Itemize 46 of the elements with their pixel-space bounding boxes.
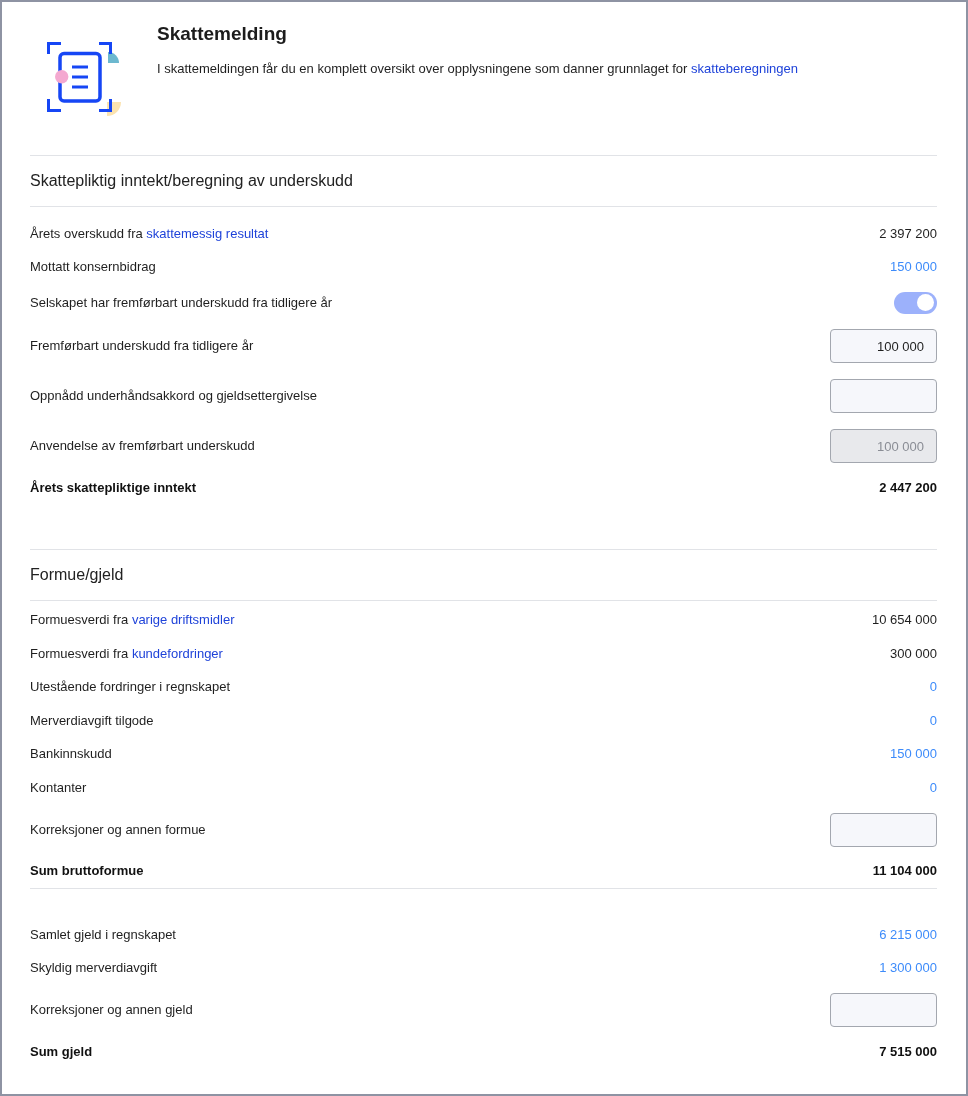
row-label: Formuesverdi fra kundefordringer [30, 644, 223, 663]
row-value: 300 000 [890, 644, 937, 663]
inline-link[interactable]: skattemessig resultat [146, 225, 269, 241]
row-label: Mottatt konsernbidrag [30, 258, 156, 277]
total-value: 11 104 000 [872, 862, 937, 881]
row-label: Skyldig merverdiavgift [30, 959, 158, 978]
document-icon [45, 40, 123, 118]
input-field[interactable] [830, 993, 937, 1027]
description-text: I skattemeldingen får du en komplett oversikt over opplysningene som danner grunnlaget for skatteberegningen [157, 60, 799, 78]
total-value: 7 515 000 [879, 1042, 937, 1061]
row-label: Merverdiavgift tilgode [30, 711, 154, 730]
description-link[interactable]: skatteberegningen [691, 61, 799, 76]
section-heading: Formue/gjeld [30, 564, 124, 585]
row-label: Utestående fordringer i regnskapet [30, 678, 231, 697]
row-label: Sum gjeld [30, 1042, 93, 1061]
inline-link[interactable]: kundefordringer [131, 645, 223, 661]
total-value: 2 447 200 [879, 478, 937, 497]
row-label: Formuesverdi fra varige driftsmidler [30, 611, 235, 630]
value-link[interactable]: 6 215 000 [879, 925, 937, 944]
row-label: Årets overskudd fra skattemessig resultat [30, 224, 269, 243]
row-label: Årets skattepliktige inntekt [30, 478, 197, 497]
row-label: Korreksjoner og annen formue [30, 820, 206, 839]
input-field[interactable]: 100 000 [830, 329, 937, 363]
row-label: Korreksjoner og annen gjeld [30, 1001, 193, 1019]
row-label: Anvendelse av fremførbart underskudd [30, 437, 255, 455]
value-link[interactable]: 150 000 [890, 745, 937, 764]
value-link[interactable]: 0 [929, 778, 937, 797]
page-title: Skattemelding [157, 22, 288, 46]
row-label: Kontanter [30, 778, 87, 797]
toggle-switch[interactable] [894, 291, 937, 314]
row-label: Fremførbart underskudd fra tidligere år [30, 337, 254, 355]
row-value: 2 397 200 [879, 224, 937, 243]
row-label: Oppnådd underhåndsakkord og gjeldsettergivelse [30, 387, 317, 405]
row-label: Selskapet har fremførbart underskudd fra tidligere år [30, 293, 333, 312]
input-field[interactable] [830, 812, 937, 847]
section-heading: Skattepliktig inntekt/beregning av underskudd [30, 171, 353, 191]
input-field[interactable] [830, 379, 937, 413]
value-link[interactable]: 0 [929, 678, 937, 697]
row-value: 10 654 000 [871, 611, 937, 630]
inline-link[interactable]: varige driftsmidler [131, 612, 235, 628]
value-link[interactable]: 0 [929, 711, 937, 730]
row-label: Sum bruttoformue [30, 862, 144, 881]
value-link[interactable]: 150 000 [890, 258, 937, 277]
row-label: Samlet gjeld i regnskapet [30, 925, 176, 944]
value-link[interactable]: 1 300 000 [879, 959, 937, 978]
row-label: Bankinnskudd [30, 745, 112, 764]
